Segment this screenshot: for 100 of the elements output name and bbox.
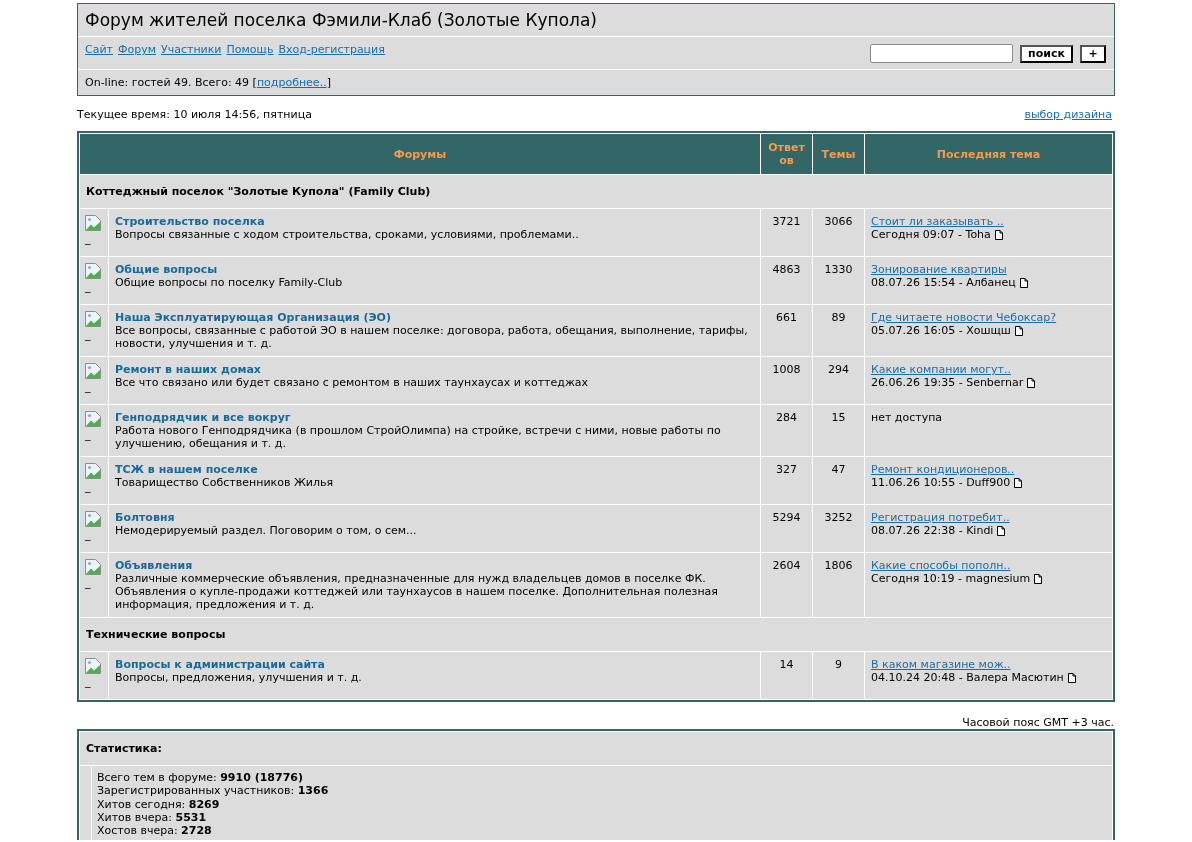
statistic-line: Хостов вчера: 2728: [97, 824, 213, 838]
forum-description: Вопросы связанные с ходом строительства, сроками, условиями, проблемами..: [115, 228, 580, 241]
nav-link[interactable]: Сайт: [85, 43, 113, 56]
topics-count: 47: [813, 457, 864, 504]
image-alt-text: _: [85, 675, 92, 688]
topics-count: 3252: [813, 505, 864, 552]
last-topic-link[interactable]: Какие компании могут..: [871, 363, 1011, 376]
topics-count: 1806: [813, 553, 864, 617]
forum-title: Форум жителей поселка Фэмили-Клаб (Золотые Купола): [85, 10, 597, 30]
replies-count: 14: [761, 652, 812, 699]
last-post-info: 05.07.26 16:05 - Хошщш: [871, 324, 1011, 337]
image-alt-text: _: [85, 576, 92, 589]
column-header: Темы: [813, 134, 864, 174]
forum-link[interactable]: Вопросы к администрации сайта: [115, 658, 325, 671]
last-topic-link[interactable]: Зонирование квартиры: [871, 263, 1007, 276]
image-alt-text: _: [85, 428, 92, 441]
last-post-info: 26.06.26 19:35 - Senbernar: [871, 376, 1024, 389]
topics-count: 294: [813, 357, 864, 404]
forum-description: Все что связано или будет связано с ремонтом в наших таунхаусах и коттеджах: [115, 376, 590, 389]
search-button[interactable]: поиск: [1020, 44, 1073, 63]
nav-link[interactable]: Форум: [118, 43, 156, 56]
forum-link[interactable]: Генподрядчик и все вокруг: [115, 411, 291, 424]
image-alt-text: _: [85, 480, 92, 493]
image-alt-text: _: [85, 280, 92, 293]
forum-description: Немодерируемый раздел. Поговорим о том, о сем...: [115, 524, 418, 537]
last-post-info: Сегодня 10:19 - magnesium: [871, 572, 1031, 585]
nav-link[interactable]: Участники: [161, 43, 222, 56]
last-topic-link[interactable]: Стоит ли заказывать ..: [871, 215, 1004, 228]
image-alt-text: _: [85, 528, 92, 541]
replies-count: 3721: [761, 209, 812, 256]
replies-count: 284: [761, 405, 812, 456]
column-header: Форумы: [80, 134, 760, 174]
forum-description: Вопросы, предложения, улучшения и т. д.: [115, 671, 363, 684]
image-file-icon: [85, 463, 101, 479]
document-icon[interactable]: [994, 229, 1003, 240]
nav-link[interactable]: Помощь: [226, 43, 274, 56]
search-field[interactable]: [870, 44, 1013, 63]
topics-count: 1330: [813, 257, 864, 304]
image-file-icon: [85, 363, 101, 379]
forum-link[interactable]: Ремонт в наших домах: [115, 363, 261, 376]
nav-link[interactable]: Вход-регистрация: [278, 43, 385, 56]
forum-link[interactable]: Болтовня: [115, 511, 175, 524]
image-file-icon: [85, 311, 101, 327]
image-file-icon: [85, 215, 101, 231]
forum-link[interactable]: Общие вопросы: [115, 263, 218, 276]
statistic-line: Зарегистрированных участников: 1366: [97, 784, 330, 798]
document-icon[interactable]: [1067, 672, 1076, 683]
forum-description: Общие вопросы по поселку Family-Club: [115, 276, 344, 289]
image-file-icon: [85, 658, 101, 674]
last-topic-link[interactable]: Регистрация потребит..: [871, 511, 1010, 524]
timezone-note: Часовой пояс GMT +3 час.: [962, 716, 1114, 729]
forum-link[interactable]: Объявления: [115, 559, 193, 572]
image-alt-text: _: [85, 232, 92, 245]
image-file-icon: [85, 511, 101, 527]
section-heading: Коттеджный поселок "Золотые Купола" (Family Club): [80, 175, 1112, 208]
current-time: Текущее время: 10 июля 14:56, пятница: [77, 108, 312, 121]
last-post-info: 08.07.26 22:38 - Kindi: [871, 524, 994, 537]
last-topic-link[interactable]: Где читаете новости Чебоксар?: [871, 311, 1057, 324]
topics-count: 3066: [813, 209, 864, 256]
topics-count: 89: [813, 305, 864, 356]
document-icon[interactable]: [1027, 377, 1036, 388]
replies-count: 327: [761, 457, 812, 504]
design-choice-link[interactable]: выбор дизайна: [1024, 108, 1112, 121]
add-button[interactable]: +: [1080, 44, 1106, 63]
document-icon[interactable]: [1014, 325, 1023, 336]
last-topic-link[interactable]: Какие способы пополн..: [871, 559, 1011, 572]
document-icon[interactable]: [997, 525, 1006, 536]
image-file-icon: [85, 559, 101, 575]
column-header: Последняя тема: [865, 134, 1112, 174]
topics-count: 15: [813, 405, 864, 456]
document-icon[interactable]: [1014, 477, 1023, 488]
document-icon[interactable]: [1034, 573, 1043, 584]
statistics-title: Статистика:: [80, 732, 1112, 765]
forum-link[interactable]: ТСЖ в нашем поселке: [115, 463, 258, 476]
statistic-line: Всего тем в форуме: 9910 (18776): [97, 771, 304, 785]
forum-link[interactable]: Строительство поселка: [115, 215, 265, 228]
forum-description: Различные коммерческие объявления, предназначенные для нужд владельцев домов в поселке ФК. Объявления о купле-продажи коттеджей или таунхаусов в нашем поселке. Дополнительная полезная информация, предложения и т. д.: [115, 572, 719, 611]
statistic-line: Хитов вчера: 5531: [97, 810, 208, 825]
replies-count: 661: [761, 305, 812, 356]
image-alt-text: _: [85, 380, 92, 393]
details-link[interactable]: подробнее..: [256, 76, 327, 89]
last-post-info: 04.10.24 20:48 - Валера Масютин: [871, 671, 1064, 684]
last-topic-link[interactable]: В каком магазине мож..: [871, 658, 1011, 671]
online-status: On-line: гостей 49. Всего: 49 [подробнее..]: [85, 76, 331, 89]
last-topic-link[interactable]: Ремонт кондиционеров..: [871, 463, 1015, 476]
column-header: Ответов: [761, 134, 812, 174]
forum-link[interactable]: Наша Эксплуатирующая Организация (ЭО): [115, 311, 391, 324]
last-post-info: 08.07.26 15:54 - Албанец: [871, 276, 1016, 289]
forum-description: Все вопросы, связанные с работой ЭО в нашем поселке: договора, работа, обещания, выполнение, тарифы, новости, улучшения и т. д.: [115, 324, 749, 350]
forum-description: Товарищество Собственников Жилья: [115, 476, 334, 489]
image-file-icon: [85, 411, 101, 427]
document-icon[interactable]: [1019, 277, 1028, 288]
access-denied-text: нет доступа: [871, 411, 943, 424]
forum-description: Работа нового Генподрядчика (в прошлом СтройОлимпа) на стройке, встречи с ними, новые работы по улучшению, обещания и т. д.: [115, 424, 722, 450]
image-file-icon: [85, 263, 101, 279]
topics-count: 9: [813, 652, 864, 699]
replies-count: 5294: [761, 505, 812, 552]
last-post-info: Сегодня 09:07 - Toha: [871, 228, 991, 241]
section-heading: Технические вопросы: [80, 618, 1112, 651]
image-alt-text: _: [85, 328, 92, 341]
